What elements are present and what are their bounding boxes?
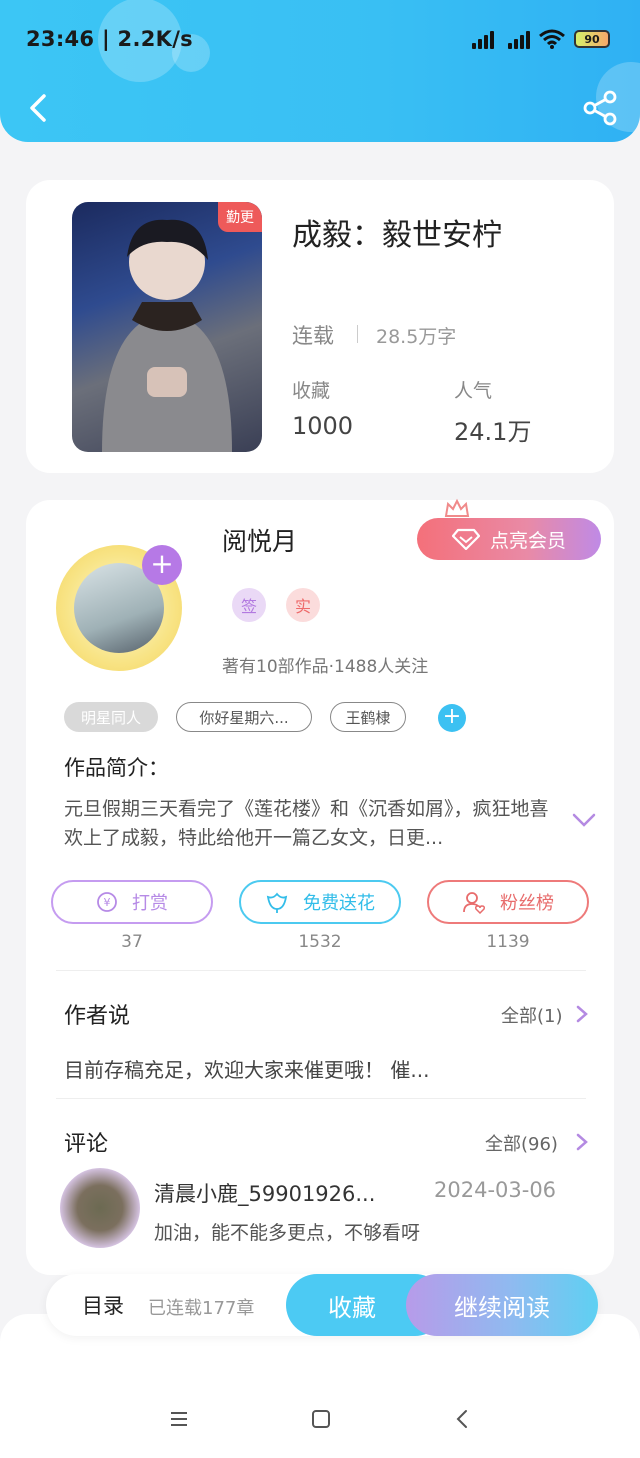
signed-badge: 签 [232,588,266,622]
status-icons: 90 [466,29,610,49]
intro-label: 作品简介： [64,756,169,780]
follow-plus-icon[interactable]: + [142,545,182,585]
tip-count: 37 [121,932,143,952]
battery-level: 90 [584,32,600,46]
comments-title: 评论 [64,1132,109,1157]
status-divider [357,325,358,343]
word-count: 28.5万字 [376,326,457,348]
comment-avatar[interactable] [60,1168,140,1248]
author-name[interactable]: 阅悦月 [222,522,297,558]
update-badge: 勤更 [218,202,262,232]
stat-label-popularity: 人气 [454,380,493,402]
coin-icon: ¥ [97,892,117,912]
comment-text[interactable]: 加油，能不能多更点，不够看呀 [154,1218,420,1245]
divider [56,970,586,971]
tag-topic[interactable]: 你好星期六... [176,702,312,732]
tip-label: 打赏 [132,893,168,914]
stat-value-favorites: 1000 [292,412,354,440]
home-square-icon[interactable] [310,1408,332,1430]
chevron-down-icon[interactable] [572,812,596,828]
chevron-right-icon[interactable] [576,1005,588,1023]
stat-label-favorites: 收藏 [292,380,331,402]
cover-portrait [102,219,232,452]
verified-badge-text: 实 [294,597,311,616]
verified-badge: 实 [286,588,320,622]
continue-reading-button[interactable]: 继续阅读 [406,1274,598,1336]
tag-genre[interactable]: 明星同人 [64,702,158,732]
author-meta: 著有10部作品·1488人关注 [222,657,429,677]
hd-signal-icon [466,29,494,49]
intro-text: 元旦假期三天看完了《莲花楼》和《沉香如屑》，疯狂地喜欢上了成毅，特此给他开一篇乙… [64,798,549,849]
bottom-action-bar: 目录 已连载177章 收藏 继续阅读 [46,1274,598,1336]
author-say-title: 作者说 [64,1004,131,1029]
author-say-more[interactable]: 全部(1) [501,1002,563,1028]
flower-count: 1532 [298,932,342,952]
wifi-icon [539,29,565,49]
comments-more[interactable]: 全部(96) [485,1130,558,1156]
toc-button[interactable]: 目录 [82,1290,124,1320]
fan-count: 1139 [486,932,530,952]
tip-button[interactable]: ¥ 打赏 [51,880,213,924]
collect-label: 收藏 [328,1293,376,1322]
tag-person[interactable]: 王鹤棣 [330,702,406,732]
status-bar: 23:46 | 2.2K/s 90 [26,27,610,57]
book-title: 成毅：毅世安柠 [292,218,502,253]
chevron-right-icon[interactable] [576,1133,588,1151]
status-time: 23:46 | 2.2K/s [26,27,193,51]
vip-button-label: 点亮会员 [489,529,566,552]
menu-icon[interactable] [168,1408,190,1430]
send-flower-label: 免费送花 [303,893,375,914]
fan-rank-label: 粉丝榜 [500,893,554,914]
diamond-icon [451,528,480,550]
battery-icon: 90 [574,30,610,48]
svg-text:¥: ¥ [104,896,111,909]
author-card: + 阅悦月 点亮会员 签 实 著有10部作品·1488人关注 明星同人 你好星期… [26,498,614,1275]
author-say-text[interactable]: 目前存稿充足，欢迎大家来催更哦！ 催... [64,1054,429,1083]
top-header: 23:46 | 2.2K/s 90 [0,0,640,142]
system-nav-bar [0,1396,640,1442]
back-button[interactable] [20,88,60,128]
continue-reading-label: 继续阅读 [454,1293,550,1322]
stat-value-popularity: 24.1万 [454,418,532,446]
book-cover[interactable]: 勤更 [72,202,262,452]
vip-button[interactable]: 点亮会员 [417,518,601,560]
send-flower-button[interactable]: 免费送花 [239,880,401,924]
chapter-count: 已连载177章 [148,1298,255,1319]
flower-icon [266,892,288,913]
divider [56,1098,586,1099]
book-status: 连载 [292,324,334,348]
share-button[interactable] [580,88,620,128]
book-info-card: 勤更 成毅：毅世安柠 连载 28.5万字 收藏 1000 人气 24.1万 [26,180,614,473]
fan-rank-button[interactable]: 粉丝榜 [427,880,589,924]
signed-badge-text: 签 [240,597,257,616]
crown-icon [444,498,470,517]
fan-icon [463,892,485,914]
back-triangle-icon[interactable] [452,1408,474,1430]
comment-username[interactable]: 清晨小鹿_59901926... [154,1178,375,1208]
hd-signal-icon [502,29,530,49]
add-tag-icon[interactable]: + [438,704,466,732]
comment-date: 2024-03-06 [434,1178,557,1202]
